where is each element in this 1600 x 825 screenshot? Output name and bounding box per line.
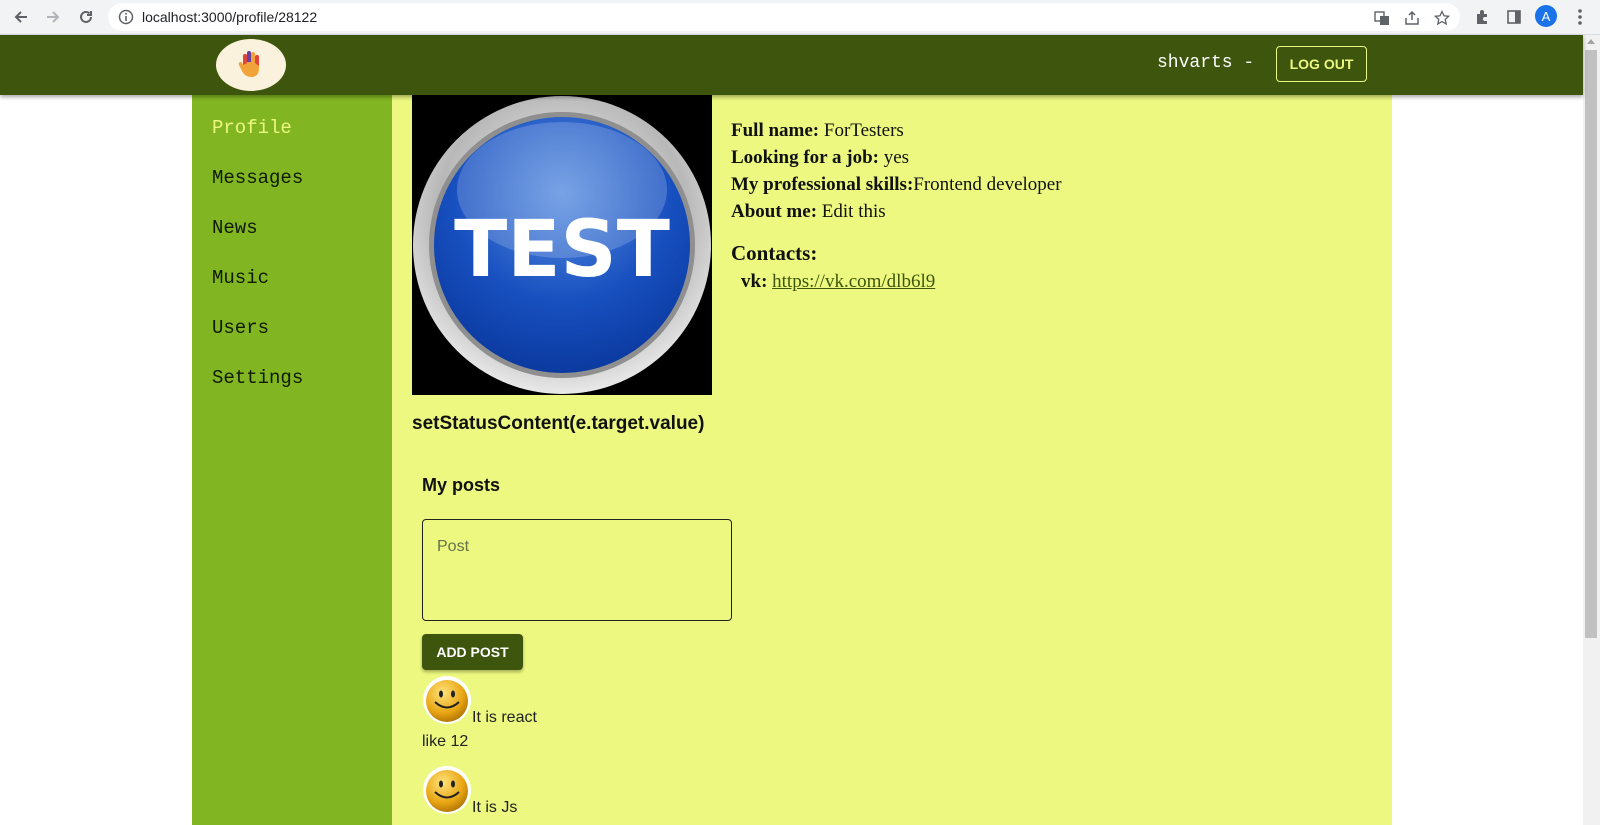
sidebar-item-music[interactable]: Music [212,267,269,289]
address-bar[interactable]: localhost:3000/profile/28122 [108,3,1460,31]
bookmark-star-icon[interactable] [1432,8,1452,28]
post-text: It is Js [472,799,518,816]
posts-title: My posts [422,475,501,495]
back-icon[interactable] [9,5,33,29]
sidebar-item-news[interactable]: News [212,217,258,239]
url-text: localhost:3000/profile/28122 [142,9,318,25]
job-row: Looking for a job: yes [731,147,910,168]
browser-toolbar: localhost:3000/profile/28122 A [0,0,1600,35]
post-text: It is react [472,709,537,726]
extensions-icon[interactable] [1470,5,1494,29]
sidebar-item-messages[interactable]: Messages [212,167,303,189]
profile-status[interactable]: setStatusContent(e.target.value) [412,413,704,435]
contacts-title: Contacts: [731,241,818,265]
post-input-placeholder: Post [437,538,470,555]
sidebar-item-users[interactable]: Users [212,317,269,339]
post-input[interactable]: Post [422,519,732,621]
full-name-row: Full name: ForTesters [731,120,904,141]
hand-icon [238,51,259,77]
user-name: shvarts - [1157,53,1255,73]
skills-row: My professional skills:Frontend develope… [731,174,1062,195]
profile-avatar[interactable]: A [1535,5,1557,27]
post-likes: like 12 [422,733,469,750]
side-panel-icon[interactable] [1502,5,1526,29]
page-scrollbar[interactable] [1583,35,1600,825]
app-header: shvarts - LOG OUT [0,35,1583,95]
sidebar-item-settings[interactable]: Settings [212,367,303,389]
main-content: TEST setStatusContent(e.target.value) Fu… [392,95,1392,825]
vk-link[interactable]: https://vk.com/dlb6l9 [772,271,935,292]
sidebar-item-profile[interactable]: Profile [212,117,292,139]
scroll-up-arrow-icon[interactable] [1587,39,1595,44]
svg-text:TEST: TEST [454,205,670,295]
translate-icon[interactable] [1372,8,1392,28]
app-logo[interactable] [216,39,286,91]
reload-icon[interactable] [74,5,98,29]
sidebar: Profile Messages News Music Users Settin… [192,95,392,825]
about-row: About me: Edit this [731,201,886,222]
site-info-icon[interactable] [118,9,134,30]
contact-vk: vk: https://vk.com/dlb6l9 [741,271,936,292]
share-icon[interactable] [1402,8,1422,28]
add-post-button[interactable]: ADD POST [422,634,523,670]
menu-dots-icon[interactable] [1568,5,1592,29]
profile-photo: TEST [412,95,712,395]
profile-info: Full name: ForTesters Looking for a job:… [731,117,1062,225]
forward-icon[interactable] [41,5,65,29]
logout-button[interactable]: LOG OUT [1276,46,1367,82]
smiley-avatar-icon [423,676,471,724]
smiley-avatar-icon [423,766,471,814]
scrollbar-thumb[interactable] [1585,50,1597,638]
